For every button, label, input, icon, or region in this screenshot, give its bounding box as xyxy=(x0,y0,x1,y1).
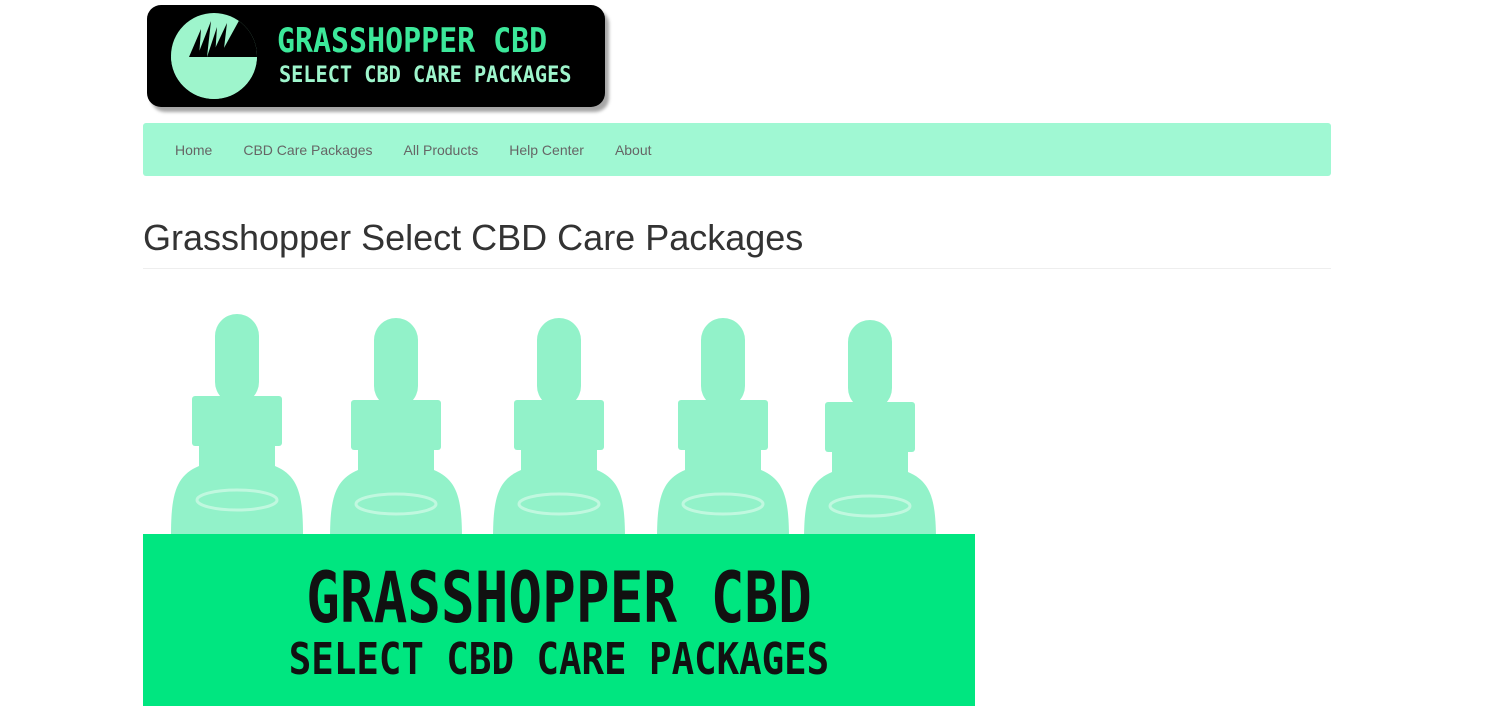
cbd-bottles-illustration xyxy=(171,314,936,540)
dropper-bottle-icon xyxy=(330,318,462,540)
nav-all-products[interactable]: All Products xyxy=(404,142,479,158)
page-title: Grasshopper Select CBD Care Packages xyxy=(143,217,804,258)
nav-home[interactable]: Home xyxy=(175,142,212,158)
dropper-bottle-icon xyxy=(171,314,303,536)
logo-subtitle: SELECT CBD CARE PACKAGES xyxy=(279,63,572,88)
grass-logo-icon xyxy=(171,13,257,99)
title-divider xyxy=(143,268,1331,269)
hero-image: GRASSHOPPER CBD SELECT CBD CARE PACKAGES xyxy=(143,300,975,706)
hero-banner-title: GRASSHOPPER CBD xyxy=(306,557,812,639)
hero-banner: GRASSHOPPER CBD SELECT CBD CARE PACKAGES xyxy=(143,534,975,706)
logo-title: GRASSHOPPER CBD xyxy=(277,21,548,61)
nav-about[interactable]: About xyxy=(615,142,652,158)
dropper-bottle-icon xyxy=(657,318,789,540)
nav-help-center[interactable]: Help Center xyxy=(509,142,584,158)
site-logo[interactable]: GRASSHOPPER CBD SELECT CBD CARE PACKAGES xyxy=(147,5,605,107)
dropper-bottle-icon xyxy=(804,320,936,540)
hero-banner-subtitle: SELECT CBD CARE PACKAGES xyxy=(288,634,830,685)
dropper-bottle-icon xyxy=(493,318,625,540)
nav-cbd-care-packages[interactable]: CBD Care Packages xyxy=(243,142,372,158)
main-navbar: Home CBD Care Packages All Products Help… xyxy=(143,123,1331,176)
